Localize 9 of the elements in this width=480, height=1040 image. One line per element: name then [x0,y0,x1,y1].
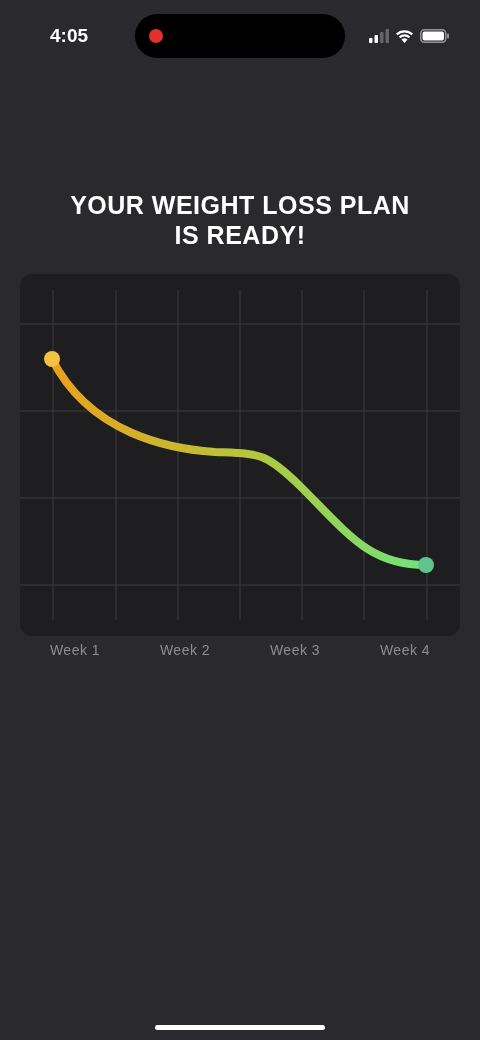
page-title: YOUR WEIGHT LOSS PLAN IS READY! [69,190,411,250]
week-label: Week 1 [48,642,102,658]
week-label: Week 2 [158,642,212,658]
week-label: Week 3 [268,642,322,658]
status-time: 4:05 [50,25,90,47]
signal-icon [369,29,389,43]
wifi-icon [395,29,414,43]
battery-icon [420,29,450,43]
week-label: Week 4 [378,642,432,658]
